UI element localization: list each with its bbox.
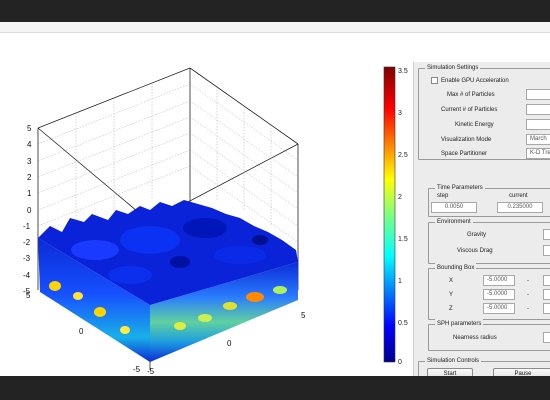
environment-group: Environment Gravity Viscous Drag xyxy=(428,217,550,264)
pause-button[interactable]: Pause xyxy=(493,368,550,376)
group-title: Simulation Controls xyxy=(425,356,482,366)
start-button[interactable]: Start xyxy=(427,368,473,376)
gravity-field[interactable] xyxy=(543,229,550,240)
bottom-dark-bar xyxy=(0,376,550,400)
sph-parameters-group: SPH parameters Nearness radius xyxy=(428,319,550,351)
current-particles-label: Current # of Particles xyxy=(441,107,498,113)
z-tick: -4 xyxy=(23,271,31,280)
bbox-x-label: X xyxy=(449,278,454,284)
current-particles-field[interactable] xyxy=(526,104,550,115)
partitioner-label: Space Partitioner xyxy=(441,151,488,157)
simulation-window: 5 4 3 2 1 0 -1 -2 -3 -4 -5 5 0 -5 -5 0 5… xyxy=(0,22,550,376)
colorbar-tick: 3.5 xyxy=(398,68,408,75)
step-label: step xyxy=(437,193,449,199)
vis-mode-select[interactable]: March xyxy=(526,134,550,145)
z-tick: 1 xyxy=(27,189,32,198)
colorbar-tick: 0.5 xyxy=(398,320,408,327)
group-title: SPH parameters xyxy=(435,319,484,329)
time-step-field[interactable]: 0.0050 xyxy=(431,202,477,213)
colorbar-ticks: 3.5 3 2.5 2 1.5 1 0.5 0 xyxy=(398,68,408,366)
x-tick: 0 xyxy=(227,339,232,348)
partitioner-select[interactable]: K-D Tree xyxy=(526,148,550,159)
group-title: Environment xyxy=(435,217,473,227)
colorbar-tick: 3 xyxy=(398,110,402,117)
simulation-settings-group: Simulation Settings Enable GPU Accelerat… xyxy=(418,63,550,160)
z-axis-ticks: 5 4 3 2 1 0 -1 -2 -3 -4 -5 xyxy=(23,124,32,296)
max-particles-field[interactable] xyxy=(526,89,550,100)
bbox-z-min-field[interactable]: -5.0000 xyxy=(483,303,515,314)
bbox-y-label: Y xyxy=(449,292,454,298)
z-tick: 3 xyxy=(27,157,32,166)
z-tick: 4 xyxy=(27,140,32,149)
bbox-y-max-field[interactable] xyxy=(543,289,550,300)
bbox-x-max-field[interactable] xyxy=(543,275,550,286)
y-tick: 5 xyxy=(26,291,31,300)
z-tick: 2 xyxy=(27,173,32,182)
vis-mode-label: Visualization Mode xyxy=(441,137,492,143)
z-tick: -2 xyxy=(23,238,31,247)
nearness-radius-label: Nearness radius xyxy=(453,335,497,341)
kinetic-energy-field[interactable] xyxy=(526,119,550,130)
group-title: Simulation Settings xyxy=(425,63,481,73)
gpu-checkbox[interactable] xyxy=(431,77,438,84)
viscous-drag-label: Viscous Drag xyxy=(457,248,493,254)
viscous-drag-field[interactable] xyxy=(543,245,550,256)
current-label: current xyxy=(509,193,528,199)
y-tick: -5 xyxy=(133,365,141,374)
colorbar-tick: 1 xyxy=(398,278,402,285)
bbox-x-min-field[interactable]: -5.0000 xyxy=(483,275,515,286)
y-tick: 0 xyxy=(79,327,84,336)
top-dark-bar xyxy=(0,0,550,22)
bbox-y-sep: - xyxy=(527,292,529,298)
z-tick: 5 xyxy=(27,124,32,133)
colorbar-tick: 2 xyxy=(398,194,402,201)
kinetic-energy-label: Kinetic Energy xyxy=(455,122,494,128)
bbox-z-label: Z xyxy=(449,306,453,312)
z-tick: 0 xyxy=(27,206,32,215)
x-tick: -5 xyxy=(147,367,155,376)
bbox-y-min-field[interactable]: -5.0000 xyxy=(483,289,515,300)
bounding-box-group: Bounding Box X -5.0000 - Y -5.0000 - Z -… xyxy=(428,263,550,320)
z-tick: -1 xyxy=(23,222,31,231)
colorbar-tick: 2.5 xyxy=(398,152,408,159)
colorbar-tick: 0 xyxy=(398,359,402,366)
settings-panel: Simulation Settings Enable GPU Accelerat… xyxy=(413,62,550,376)
simulation-controls-group: Simulation Controls Start Pause xyxy=(418,356,550,376)
x-tick: 5 xyxy=(301,311,306,320)
z-tick: -3 xyxy=(23,254,31,263)
max-particles-label: Max # of Particles xyxy=(447,92,495,98)
bbox-x-sep: - xyxy=(527,278,529,284)
nearness-radius-field[interactable] xyxy=(543,332,550,343)
bbox-z-sep: - xyxy=(527,306,529,312)
time-current-field[interactable]: 0.235000 xyxy=(497,202,543,213)
bbox-z-max-field[interactable] xyxy=(543,303,550,314)
colorbar xyxy=(383,66,396,363)
time-parameters-group: Time Parameters step current 0.0050 0.23… xyxy=(428,183,550,217)
colorbar-tick: 1.5 xyxy=(398,236,408,243)
gravity-label: Gravity xyxy=(467,232,487,238)
gpu-label: Enable GPU Acceleration xyxy=(441,78,509,84)
group-title: Bounding Box xyxy=(435,263,477,273)
